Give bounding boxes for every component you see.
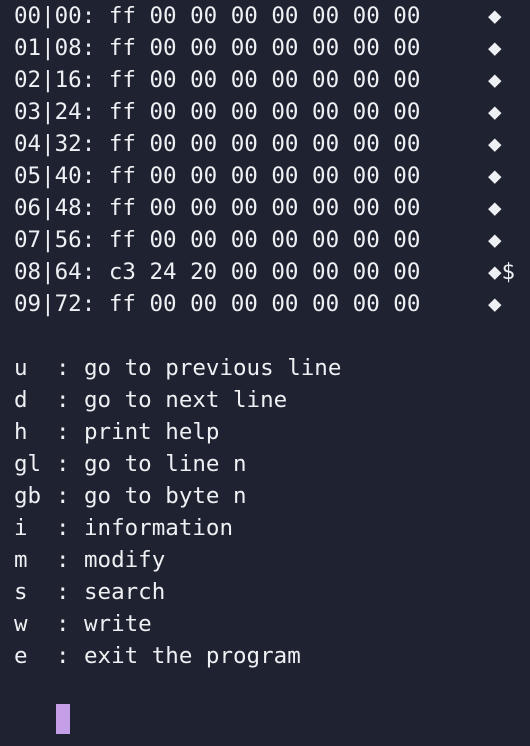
hex-row: 01|08: ff 00 00 00 00 00 00 00 ◆ — [14, 32, 530, 64]
hex-ascii: ◆ — [488, 163, 502, 189]
help-separator: : — [56, 579, 70, 605]
hex-ascii: ◆ — [488, 227, 502, 253]
hex-address: 09|72: — [14, 291, 96, 317]
hex-dump: 00|00: ff 00 00 00 00 00 00 00 ◆ 01|08: f… — [14, 0, 530, 320]
help-line: gl: go to line n — [14, 448, 530, 480]
help-separator: : — [56, 611, 70, 637]
hex-ascii: ◆ — [488, 131, 502, 157]
hex-ascii: ◆ — [488, 195, 502, 221]
hex-bytes: ff 00 00 00 00 00 00 00 — [108, 67, 421, 93]
help-description: go to byte n — [84, 483, 247, 509]
help-separator: : — [56, 355, 70, 381]
help-line: gb: go to byte n — [14, 480, 530, 512]
hex-ascii: ◆$ — [488, 259, 516, 285]
help-description: information — [84, 515, 234, 541]
hex-ascii: ◆ — [488, 291, 502, 317]
hex-row: 09|72: ff 00 00 00 00 00 00 00 ◆ — [14, 288, 530, 320]
hex-address: 01|08: — [14, 35, 96, 61]
help-line: h: print help — [14, 416, 530, 448]
hex-ascii: ◆ — [488, 99, 502, 125]
help-description: print help — [84, 419, 220, 445]
help-key: i — [14, 515, 28, 541]
help-key: m — [14, 547, 28, 573]
text-cursor[interactable] — [56, 704, 70, 734]
hex-row: 04|32: ff 00 00 00 00 00 00 00 ◆ — [14, 128, 530, 160]
help-key: e — [14, 643, 28, 669]
help-key: d — [14, 387, 28, 413]
hex-row: 03|24: ff 00 00 00 00 00 00 00 ◆ — [14, 96, 530, 128]
hex-bytes: ff 00 00 00 00 00 00 00 — [108, 35, 421, 61]
help-description: go to line n — [84, 451, 247, 477]
hex-address: 00|00: — [14, 3, 96, 29]
hex-bytes: ff 00 00 00 00 00 00 00 — [108, 227, 421, 253]
hex-address: 07|56: — [14, 227, 96, 253]
help-separator: : — [56, 451, 70, 477]
hex-row: 05|40: ff 00 00 00 00 00 00 00 ◆ — [14, 160, 530, 192]
prompt-symbol: >> — [68, 736, 90, 746]
help-line: m: modify — [14, 544, 530, 576]
hex-row: 06|48: ff 00 00 00 00 00 00 00 ◆ — [14, 192, 530, 224]
help-line: i: information — [14, 512, 530, 544]
hex-bytes: ff 00 00 00 00 00 00 00 — [108, 131, 421, 157]
hex-bytes: ff 00 00 00 00 00 00 00 — [108, 3, 421, 29]
help-separator: : — [56, 387, 70, 413]
command-prompt[interactable]: >> — [14, 704, 530, 746]
help-separator: : — [56, 419, 70, 445]
help-line: w: write — [14, 608, 530, 640]
help-menu: u: go to previous line d: go to next line … — [14, 352, 530, 672]
hex-address: 06|48: — [14, 195, 96, 221]
help-key: h — [14, 419, 28, 445]
help-key: gb — [14, 483, 42, 509]
help-separator: : — [56, 515, 70, 541]
help-key: u — [14, 355, 28, 381]
hex-row: 00|00: ff 00 00 00 00 00 00 00 ◆ — [14, 0, 530, 32]
hex-address: 03|24: — [14, 99, 96, 125]
help-separator: : — [56, 483, 70, 509]
help-line: d: go to next line — [14, 384, 530, 416]
help-line: e: exit the program — [14, 640, 530, 672]
help-key: s — [14, 579, 28, 605]
hex-ascii: ◆ — [488, 35, 502, 61]
hex-ascii: ◆ — [488, 3, 502, 29]
hex-address: 04|32: — [14, 131, 96, 157]
help-separator: : — [56, 643, 70, 669]
help-description: write — [84, 611, 152, 637]
help-description: search — [84, 579, 166, 605]
help-key: w — [14, 611, 28, 637]
help-description: go to previous line — [84, 355, 342, 381]
help-description: exit the program — [84, 643, 301, 669]
help-description: go to next line — [84, 387, 288, 413]
hex-bytes: ff 00 00 00 00 00 00 00 — [108, 163, 421, 189]
hex-row: 07|56: ff 00 00 00 00 00 00 00 ◆ — [14, 224, 530, 256]
help-line: u: go to previous line — [14, 352, 530, 384]
help-separator: : — [56, 547, 70, 573]
hex-row: 02|16: ff 00 00 00 00 00 00 00 ◆ — [14, 64, 530, 96]
hex-bytes: ff 00 00 00 00 00 00 00 — [108, 195, 421, 221]
hex-bytes: ff 00 00 00 00 00 00 00 — [108, 291, 421, 317]
help-key: gl — [14, 451, 42, 477]
hex-address: 05|40: — [14, 163, 96, 189]
terminal-window[interactable]: 00|00: ff 00 00 00 00 00 00 00 ◆ 01|08: f… — [0, 0, 530, 746]
hex-ascii: ◆ — [488, 67, 502, 93]
help-description: modify — [84, 547, 166, 573]
hex-bytes: c3 24 20 00 00 00 00 00 — [108, 259, 421, 285]
help-line: s: search — [14, 576, 530, 608]
hex-row: 08|64: c3 24 20 00 00 00 00 00 ◆$ — [14, 256, 530, 288]
hex-address: 02|16: — [14, 67, 96, 93]
hex-address: 08|64: — [14, 259, 96, 285]
hex-bytes: ff 00 00 00 00 00 00 00 — [108, 99, 421, 125]
